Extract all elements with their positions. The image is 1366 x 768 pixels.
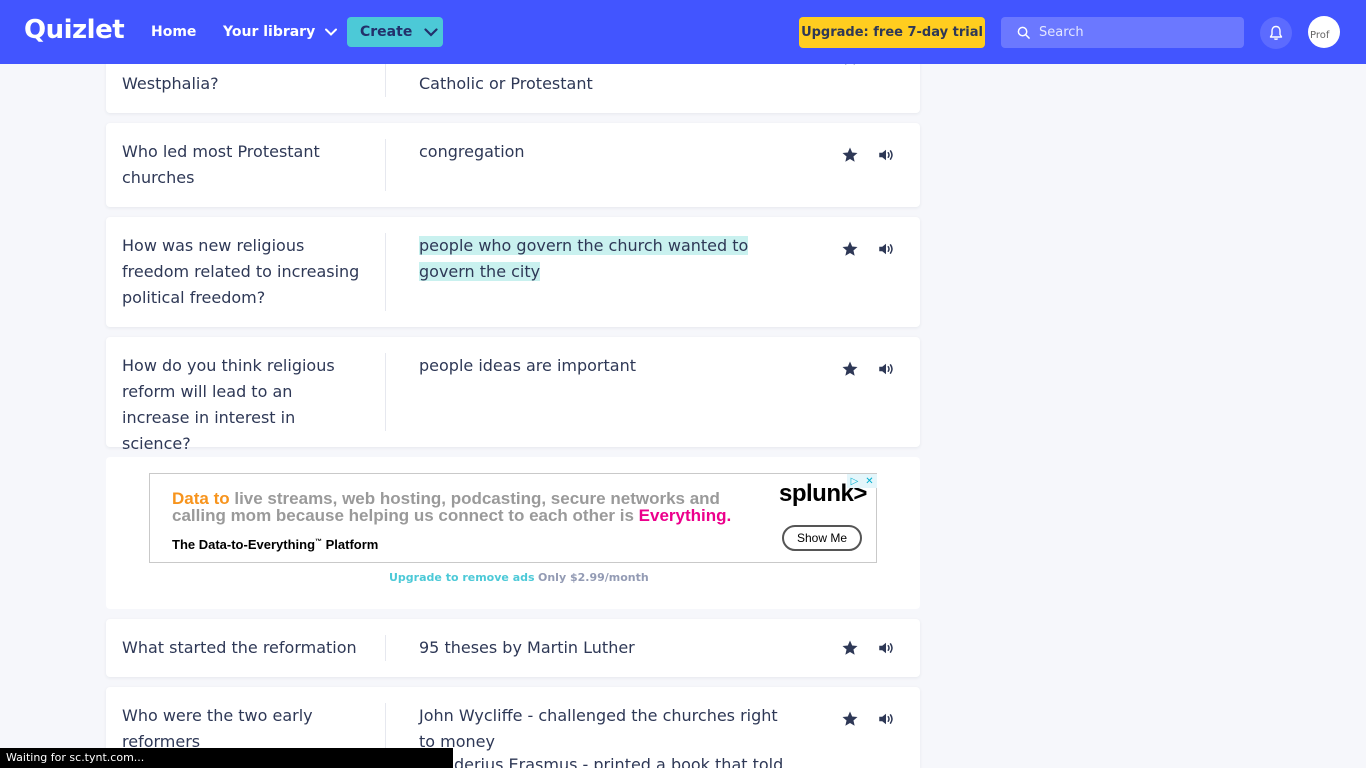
term-text: What started the reformation bbox=[122, 638, 357, 657]
flashcard-row: How was new religious freedom related to… bbox=[106, 217, 920, 327]
create-label: Create bbox=[360, 24, 413, 40]
ad-tagline-text: The Data-to-Everything bbox=[172, 537, 316, 552]
notifications-button[interactable] bbox=[1260, 17, 1292, 49]
star-icon bbox=[842, 147, 858, 162]
flashcard-row: Who led most Protestant churches congreg… bbox=[106, 123, 920, 207]
audio-button[interactable] bbox=[874, 636, 898, 660]
ad-close-icon[interactable]: ✕ bbox=[862, 474, 877, 488]
chevron-down-icon bbox=[424, 27, 438, 37]
term-text: How was new religious freedom related to… bbox=[122, 236, 360, 307]
definition-text: people ideas are important bbox=[419, 356, 636, 375]
browser-status-bar: Waiting for sc.tynt.com... bbox=[0, 748, 453, 768]
term-text: Who led most Protestant churches bbox=[122, 142, 320, 187]
star-icon bbox=[842, 640, 858, 655]
nav-library-label: Your library bbox=[223, 24, 316, 40]
flashcard-row: How do you think religious reform will l… bbox=[106, 337, 920, 453]
definition-text: Catholic or Protestant bbox=[419, 74, 593, 93]
ad-headline-pink: Everything. bbox=[638, 506, 732, 525]
nav-home-link[interactable]: Home bbox=[151, 24, 196, 40]
definition-text: 95 theses by Martin Luther bbox=[419, 638, 635, 657]
quizlet-logo[interactable]: Quizlet bbox=[24, 15, 125, 45]
star-icon bbox=[842, 711, 858, 726]
star-button[interactable] bbox=[838, 357, 862, 381]
card-divider bbox=[385, 353, 386, 431]
star-button[interactable] bbox=[838, 636, 862, 660]
audio-button[interactable] bbox=[874, 357, 898, 381]
top-navbar: Quizlet Home Your library Create Upgrade… bbox=[0, 0, 1366, 64]
bell-icon bbox=[1269, 25, 1283, 40]
term-text: How do you think religious reform will l… bbox=[122, 356, 335, 453]
term-text: Westphalia? bbox=[122, 74, 219, 93]
ad-tagline-tm: ™ bbox=[315, 538, 323, 546]
speaker-icon bbox=[879, 243, 893, 255]
ad-tagline-end: Platform bbox=[322, 537, 379, 552]
audio-button[interactable] bbox=[874, 143, 898, 167]
star-icon bbox=[842, 241, 858, 256]
speaker-icon bbox=[879, 363, 893, 375]
nav-home-label: Home bbox=[151, 24, 197, 40]
profile-avatar[interactable]: Prof bbox=[1308, 16, 1340, 48]
search-input[interactable] bbox=[1039, 25, 1229, 40]
flashcard-row: What started the reformation 95 theses b… bbox=[106, 619, 920, 677]
speaker-icon bbox=[879, 149, 893, 161]
create-button[interactable]: Create bbox=[347, 17, 443, 47]
search-icon bbox=[1017, 26, 1030, 39]
definition-line: Desiderius Erasmus - printed a book that… bbox=[419, 755, 784, 768]
card-divider bbox=[385, 635, 386, 661]
definition-line: John Wycliffe - challenged the churches … bbox=[419, 706, 778, 751]
upgrade-remove-ads-link[interactable]: Upgrade to remove ads bbox=[389, 571, 535, 584]
ad-container: Data to live streams, web hosting, podca… bbox=[106, 457, 920, 609]
upgrade-trial-button[interactable]: Upgrade: free 7-day trial bbox=[799, 17, 985, 48]
nav-your-library-dropdown[interactable]: Your library bbox=[223, 24, 338, 40]
definition-text: people who govern the church wanted to g… bbox=[419, 233, 789, 285]
highlighted-text: people who govern the church wanted to g… bbox=[419, 236, 749, 281]
ad-choices: ▷ ✕ bbox=[847, 474, 877, 488]
speaker-icon bbox=[879, 642, 893, 654]
star-icon bbox=[842, 361, 858, 376]
star-button[interactable] bbox=[838, 707, 862, 731]
ad-show-me-button[interactable]: Show Me bbox=[782, 525, 862, 551]
ad-banner[interactable]: Data to live streams, web hosting, podca… bbox=[149, 473, 877, 563]
ad-headline: Data to live streams, web hosting, podca… bbox=[172, 490, 752, 524]
definition-text: John Wycliffe - challenged the churches … bbox=[419, 703, 789, 768]
search-box[interactable] bbox=[1001, 17, 1244, 48]
chevron-down-icon bbox=[325, 28, 338, 36]
adchoices-icon[interactable]: ▷ bbox=[847, 474, 862, 488]
card-divider bbox=[385, 233, 386, 311]
ad-price-text: Only $2.99/month bbox=[538, 571, 649, 584]
card-divider bbox=[385, 139, 386, 191]
speaker-icon bbox=[879, 713, 893, 725]
audio-button[interactable] bbox=[874, 237, 898, 261]
star-button[interactable] bbox=[838, 143, 862, 167]
ad-tagline: The Data-to-Everything™ Platform bbox=[172, 537, 378, 552]
star-button[interactable] bbox=[838, 237, 862, 261]
audio-button[interactable] bbox=[874, 707, 898, 731]
definition-text: congregation bbox=[419, 142, 525, 161]
